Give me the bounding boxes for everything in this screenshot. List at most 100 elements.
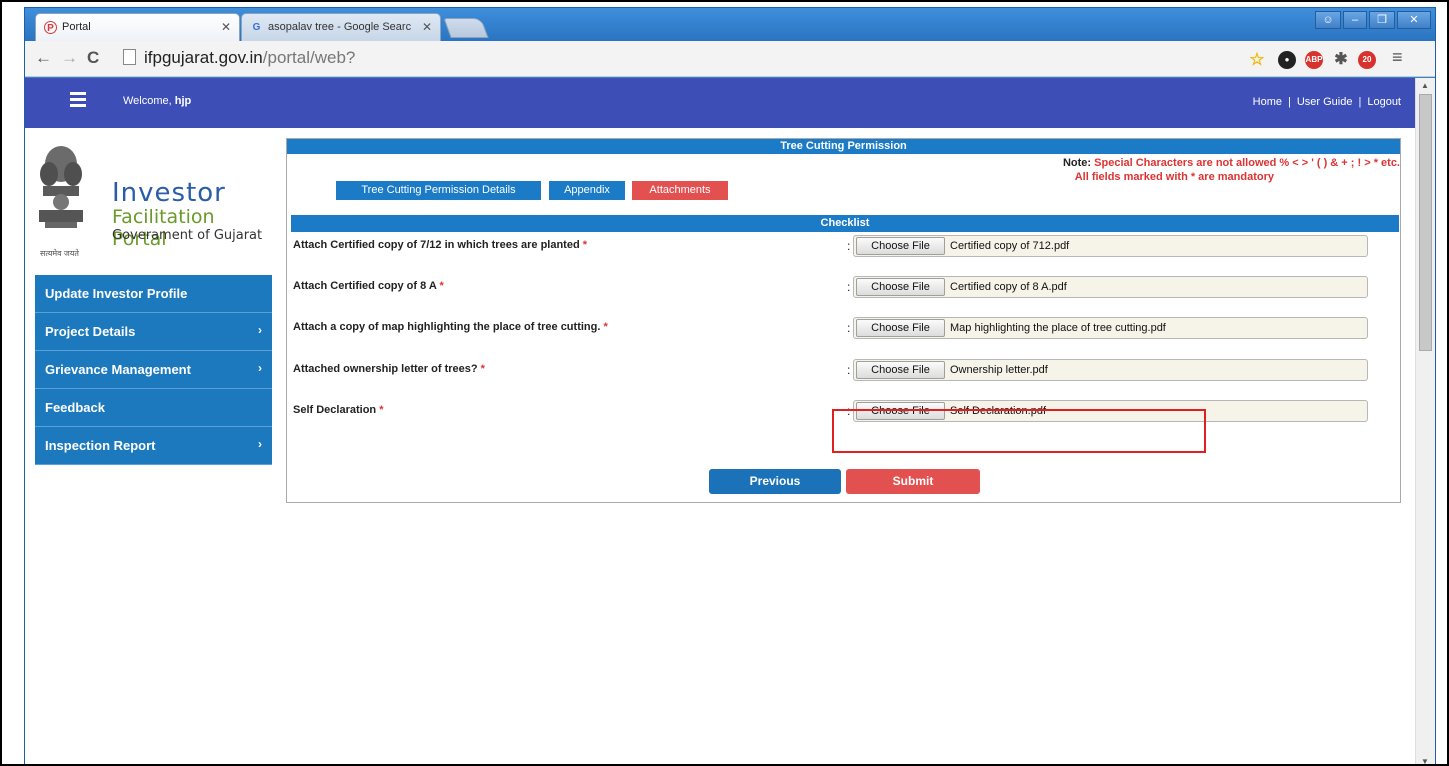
address-bar[interactable]: ifpgujarat.gov.in/portal/web? [123,46,1241,72]
welcome-prefix: Welcome, [123,95,172,107]
file-input[interactable]: Choose File Map highlighting the place o… [853,317,1368,339]
url-host: ifpgujarat.gov.in [144,48,263,67]
row-label-text: Attached ownership letter of trees? [293,363,478,375]
row-label: Attach Certified copy of 8 A * [293,280,444,292]
sidebar-item-label: Project Details [45,324,136,339]
national-emblem-icon [35,142,87,234]
row-label-text: Attach Certified copy of 7/12 in which t… [293,239,580,251]
scroll-up-arrow-icon[interactable]: ▲ [1421,81,1429,90]
back-arrow-icon[interactable]: ← [35,48,52,68]
url-text: ifpgujarat.gov.in/portal/web? [144,48,355,68]
sidebar-item-update-investor-profile[interactable]: Update Investor Profile [35,275,272,313]
forward-arrow-icon[interactable]: → [61,48,78,68]
puzzle-extension-icon[interactable]: ✱ [1332,51,1350,69]
file-input[interactable]: Choose File Certified copy of 712.pdf [853,235,1368,257]
close-tab-icon[interactable]: ✕ [221,20,231,34]
close-tab-icon[interactable]: ✕ [422,20,432,34]
home-link[interactable]: Home [1253,96,1282,108]
page-scrollbar[interactable]: ▲ ▼ [1415,78,1435,764]
extension-badge-count: 20 [1362,55,1372,64]
row-colon: : [847,321,851,335]
required-asterisk: * [379,404,384,416]
reload-icon[interactable]: C [87,48,99,68]
extension-dark-icon[interactable]: ● [1278,51,1296,69]
note-message: Special Characters are not allowed % < >… [1094,157,1400,169]
choose-file-button[interactable]: Choose File [856,361,945,379]
tab-attachments[interactable]: Attachments [632,181,728,200]
checklist-row: Attach a copy of map highlighting the pl… [291,317,1399,339]
user-guide-link[interactable]: User Guide [1297,96,1353,108]
tab-title: asopalav tree - Google Searc [268,21,412,33]
row-label-text: Attach Certified copy of 8 A [293,280,437,292]
file-input[interactable]: Choose File Ownership letter.pdf [853,359,1368,381]
sidebar-item-label: Update Investor Profile [45,286,188,301]
screenshot-frame: P Portal ✕ G asopalav tree - Google Sear… [0,0,1449,766]
file-name: Certified copy of 712.pdf [950,240,1070,252]
sidebar-item-grievance-management[interactable]: Grievance Management › [35,351,272,389]
row-colon: : [847,280,851,294]
tab-strip: P Portal ✕ G asopalav tree - Google Sear… [25,8,1435,41]
tab-google-search[interactable]: G asopalav tree - Google Searc ✕ [241,13,441,41]
row-colon: : [847,239,851,253]
chevron-right-icon: › [258,323,262,337]
close-window-button[interactable]: ✕ [1397,11,1431,29]
file-name: Certified copy of 8 A.pdf [950,281,1067,293]
sidebar-item-inspection-report[interactable]: Inspection Report › [35,427,272,465]
new-tab-button[interactable] [443,18,489,38]
scroll-down-arrow-icon[interactable]: ▼ [1421,757,1429,764]
highlight-box [832,409,1206,453]
previous-button[interactable]: Previous [709,469,841,494]
logo-subtitle: Goverament of Gujarat [112,228,263,243]
sidebar-item-feedback[interactable]: Feedback [35,389,272,427]
row-label: Self Declaration * [293,404,383,416]
extension-badge-icon[interactable]: 20 [1358,51,1376,69]
profile-icon[interactable]: ☺ [1315,11,1341,29]
page-icon [123,49,136,65]
logout-link[interactable]: Logout [1367,96,1401,108]
required-asterisk: * [480,363,485,375]
browser-window: P Portal ✕ G asopalav tree - Google Sear… [24,7,1436,764]
chevron-right-icon: › [258,437,262,451]
choose-file-button[interactable]: Choose File [856,319,945,337]
row-label: Attached ownership letter of trees? * [293,363,485,375]
site-header: Welcome, hjp Home | User Guide | Logout [25,78,1417,128]
url-path: /portal/web? [262,48,356,67]
logo-motto: सत्यमेव जयते [40,249,79,258]
minimize-button[interactable]: – [1343,11,1367,29]
portal-favicon-icon: P [44,21,57,34]
checklist-row: Attach Certified copy of 7/12 in which t… [291,235,1399,257]
tab-label: Tree Cutting Permission Details [361,184,516,196]
required-asterisk: * [603,321,608,333]
portal-logo: Investor Facilitation Portal Goverament … [35,136,265,261]
row-label: Attach Certified copy of 7/12 in which t… [293,239,587,251]
hamburger-menu-icon[interactable] [70,92,86,110]
tab-portal[interactable]: P Portal ✕ [35,13,240,41]
scrollbar-thumb[interactable] [1419,94,1432,351]
sidebar-item-label: Grievance Management [45,362,191,377]
row-label: Attach a copy of map highlighting the pl… [293,321,608,333]
username: hjp [174,95,192,107]
note-text: Note: Special Characters are not allowed… [1062,157,1400,183]
choose-file-button[interactable]: Choose File [856,278,945,296]
submit-button[interactable]: Submit [846,469,980,494]
tab-tree-cutting-details[interactable]: Tree Cutting Permission Details [336,181,541,200]
sidebar-menu: Update Investor Profile Project Details ›… [35,275,272,465]
sidebar-item-project-details[interactable]: Project Details › [35,313,272,351]
file-input[interactable]: Choose File Certified copy of 8 A.pdf [853,276,1368,298]
sidebar-item-label: Feedback [45,400,105,415]
checklist-header: Checklist [291,215,1399,232]
menu-icon[interactable]: ≡ [1392,47,1403,68]
maximize-button[interactable]: ❐ [1369,11,1395,29]
checklist-row: Attach Certified copy of 8 A * : Choose … [291,276,1399,298]
choose-file-button[interactable]: Choose File [856,237,945,255]
tab-label: Attachments [649,184,711,196]
tab-appendix[interactable]: Appendix [549,181,625,200]
adblock-icon[interactable]: ABP [1305,51,1323,69]
bookmark-star-icon[interactable]: ☆ [1248,51,1266,69]
checklist-row: Attached ownership letter of trees? * : … [291,359,1399,381]
browser-toolbar: ← → C ifpgujarat.gov.in/portal/web? ☆ ● … [25,41,1435,77]
page-body: Investor Facilitation Portal Goverament … [25,128,1417,764]
sidebar-item-label: Inspection Report [45,438,156,453]
note-label: Note: [1062,157,1092,169]
top-links: Home | User Guide | Logout [1252,96,1401,108]
